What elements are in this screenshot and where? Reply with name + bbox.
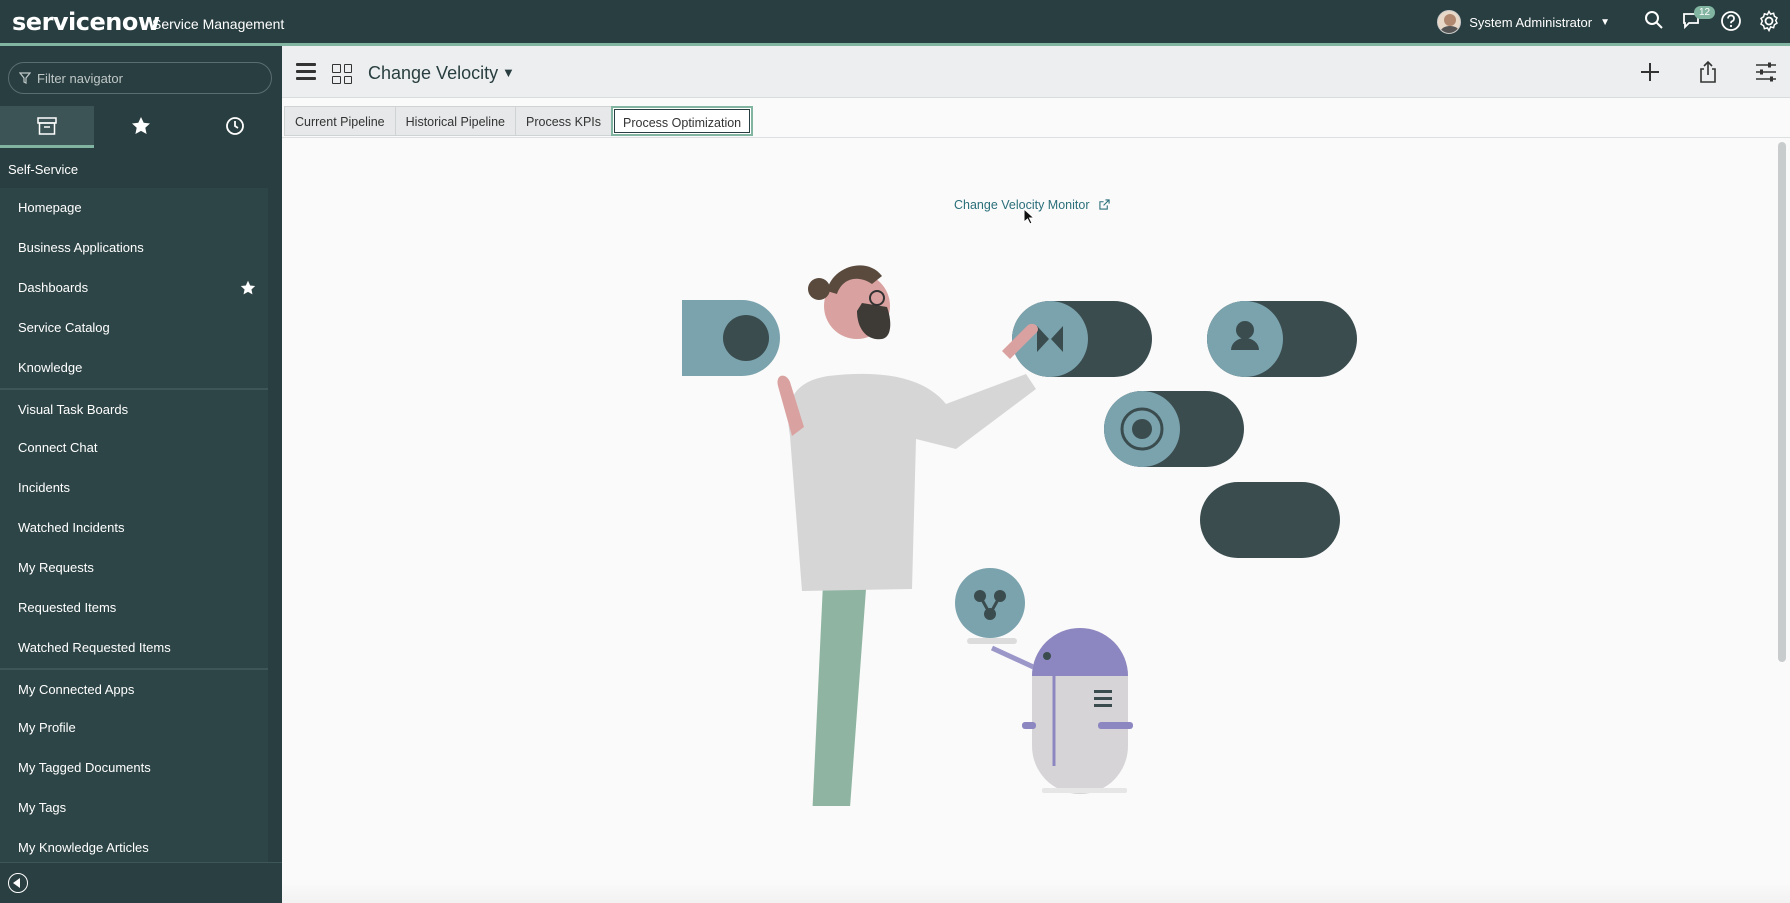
history-clock-icon: [226, 116, 244, 135]
share-button[interactable]: [1694, 58, 1722, 86]
tab-process-kpis[interactable]: Process KPIs: [515, 106, 613, 136]
nav-item-label: My Knowledge Articles: [18, 840, 149, 855]
nav-item-label: Knowledge: [18, 360, 83, 375]
sliders-icon: [1756, 62, 1776, 82]
add-button[interactable]: [1636, 58, 1664, 86]
nav-item-homepage[interactable]: Homepage: [0, 188, 268, 228]
hamburger-menu-icon[interactable]: [296, 63, 316, 81]
collapse-navigator-icon[interactable]: [8, 873, 28, 893]
nav-item-label: My Profile: [18, 720, 76, 735]
user-name: System Administrator: [1469, 14, 1593, 30]
nav-item-label: Incidents: [18, 480, 71, 495]
favorite-star-icon[interactable]: [240, 280, 256, 296]
top-banner: servicenow Service Management System Adm…: [0, 0, 1790, 46]
navigator-tabs: [0, 106, 282, 148]
filter-icon: [19, 72, 31, 84]
tab-historical-pipeline[interactable]: Historical Pipeline: [394, 106, 516, 136]
mouse-cursor-icon: [1023, 208, 1035, 225]
tab-current-pipeline[interactable]: Current Pipeline: [284, 106, 396, 136]
tab-process-optimization[interactable]: Process Optimization: [611, 106, 754, 136]
nav-item-knowledge[interactable]: Knowledge: [0, 348, 268, 388]
nav-item-my-tagged-documents[interactable]: My Tagged Documents: [0, 748, 268, 788]
toolbar-actions: [1636, 58, 1780, 86]
nav-item-my-connected-apps[interactable]: My Connected Apps: [0, 668, 268, 708]
nav-item-label: Homepage: [18, 200, 82, 215]
toggle-pill-1: [1012, 301, 1152, 377]
nav-item-service-catalog[interactable]: Service Catalog: [0, 308, 268, 348]
page-title: Change Velocity: [368, 63, 499, 83]
tab-all-apps[interactable]: [0, 106, 94, 148]
tab-history[interactable]: [188, 106, 282, 148]
link-label: Change Velocity Monitor: [954, 198, 1090, 212]
chat-icon[interactable]: 12: [1682, 6, 1716, 32]
content-scrollbar[interactable]: [1778, 142, 1786, 662]
nav-item-incidents[interactable]: Incidents: [0, 468, 268, 508]
grid-view-icon[interactable]: [332, 64, 352, 84]
user-menu[interactable]: System Administrator ▼: [1437, 10, 1610, 34]
nav-item-label: Dashboards: [18, 280, 89, 295]
process-optimization-illustration: [682, 265, 1357, 806]
nav-item-business-applications[interactable]: Business Applications: [0, 228, 268, 268]
nav-item-label: Service Catalog: [18, 320, 110, 335]
nav-item-my-requests[interactable]: My Requests: [0, 548, 268, 588]
nav-item-watched-requested-items[interactable]: Watched Requested Items: [0, 628, 268, 668]
nav-item-label: My Connected Apps: [18, 682, 135, 697]
application-navigator: Filter navigator Self-Service Homepage B…: [0, 46, 282, 903]
main-content: Change Velocity ▼ Current Pipeline Histo…: [282, 46, 1790, 903]
plus-icon: [1641, 63, 1659, 81]
nav-item-label: My Requests: [18, 560, 94, 575]
favorites-star-icon: [132, 116, 150, 134]
filter-navigator-input[interactable]: Filter navigator: [8, 62, 272, 94]
dashboard-tabs: Current Pipeline Historical Pipeline Pro…: [284, 106, 754, 136]
toggle-pill-3: [1104, 391, 1244, 467]
banner-icons: 12: [1644, 6, 1780, 33]
all-apps-icon: [37, 116, 57, 135]
nav-item-requested-items[interactable]: Requested Items: [0, 588, 268, 628]
nav-item-dashboards[interactable]: Dashboards: [0, 268, 268, 308]
nav-section-self-service[interactable]: Self-Service: [0, 150, 282, 188]
search-icon[interactable]: [1644, 10, 1666, 32]
nav-item-label: Watched Incidents: [18, 520, 125, 535]
nav-item-label: My Tagged Documents: [18, 760, 151, 775]
nav-item-label: My Tags: [18, 800, 67, 815]
content-toolbar: Change Velocity ▼: [282, 46, 1790, 98]
avatar: [1437, 10, 1462, 34]
banner-subtitle: Service Management: [152, 16, 285, 32]
nav-item-label: Watched Requested Items: [18, 640, 171, 655]
nav-list: Self-Service Homepage Business Applicati…: [0, 150, 282, 868]
notification-badge: 12: [1694, 6, 1716, 19]
robot-figure: [955, 568, 1133, 794]
toggle-pill-2: [1207, 301, 1357, 377]
left-toggle-shape: [682, 300, 780, 376]
help-icon[interactable]: [1720, 10, 1742, 32]
content-footer: [282, 883, 1790, 903]
toggle-pill-4: [1200, 482, 1340, 558]
title-dropdown-icon[interactable]: ▼: [502, 65, 515, 80]
gear-icon[interactable]: [1758, 9, 1780, 33]
filter-placeholder: Filter navigator: [37, 71, 123, 86]
servicenow-logo[interactable]: servicenow: [12, 8, 160, 36]
nav-item-label: Visual Task Boards: [18, 402, 129, 417]
brand-text: servicenow: [12, 8, 160, 36]
nav-item-label: Connect Chat: [18, 440, 98, 455]
nav-item-watched-incidents[interactable]: Watched Incidents: [0, 508, 268, 548]
settings-sliders-button[interactable]: [1752, 58, 1780, 86]
navigator-footer: [0, 862, 282, 903]
nav-item-connect-chat[interactable]: Connect Chat: [0, 428, 268, 468]
nav-item-my-profile[interactable]: My Profile: [0, 708, 268, 748]
nav-item-visual-task-boards[interactable]: Visual Task Boards: [0, 388, 268, 428]
tab-favorites[interactable]: [94, 106, 188, 148]
share-icon: [1700, 61, 1716, 83]
nav-item-label: Business Applications: [18, 240, 144, 255]
nav-item-my-tags[interactable]: My Tags: [0, 788, 268, 828]
tab-divider: [282, 137, 1790, 138]
chevron-down-icon: ▼: [1600, 16, 1610, 28]
nav-item-label: Requested Items: [18, 600, 117, 615]
person-figure: [777, 265, 1038, 806]
external-link-icon: [1099, 199, 1110, 210]
